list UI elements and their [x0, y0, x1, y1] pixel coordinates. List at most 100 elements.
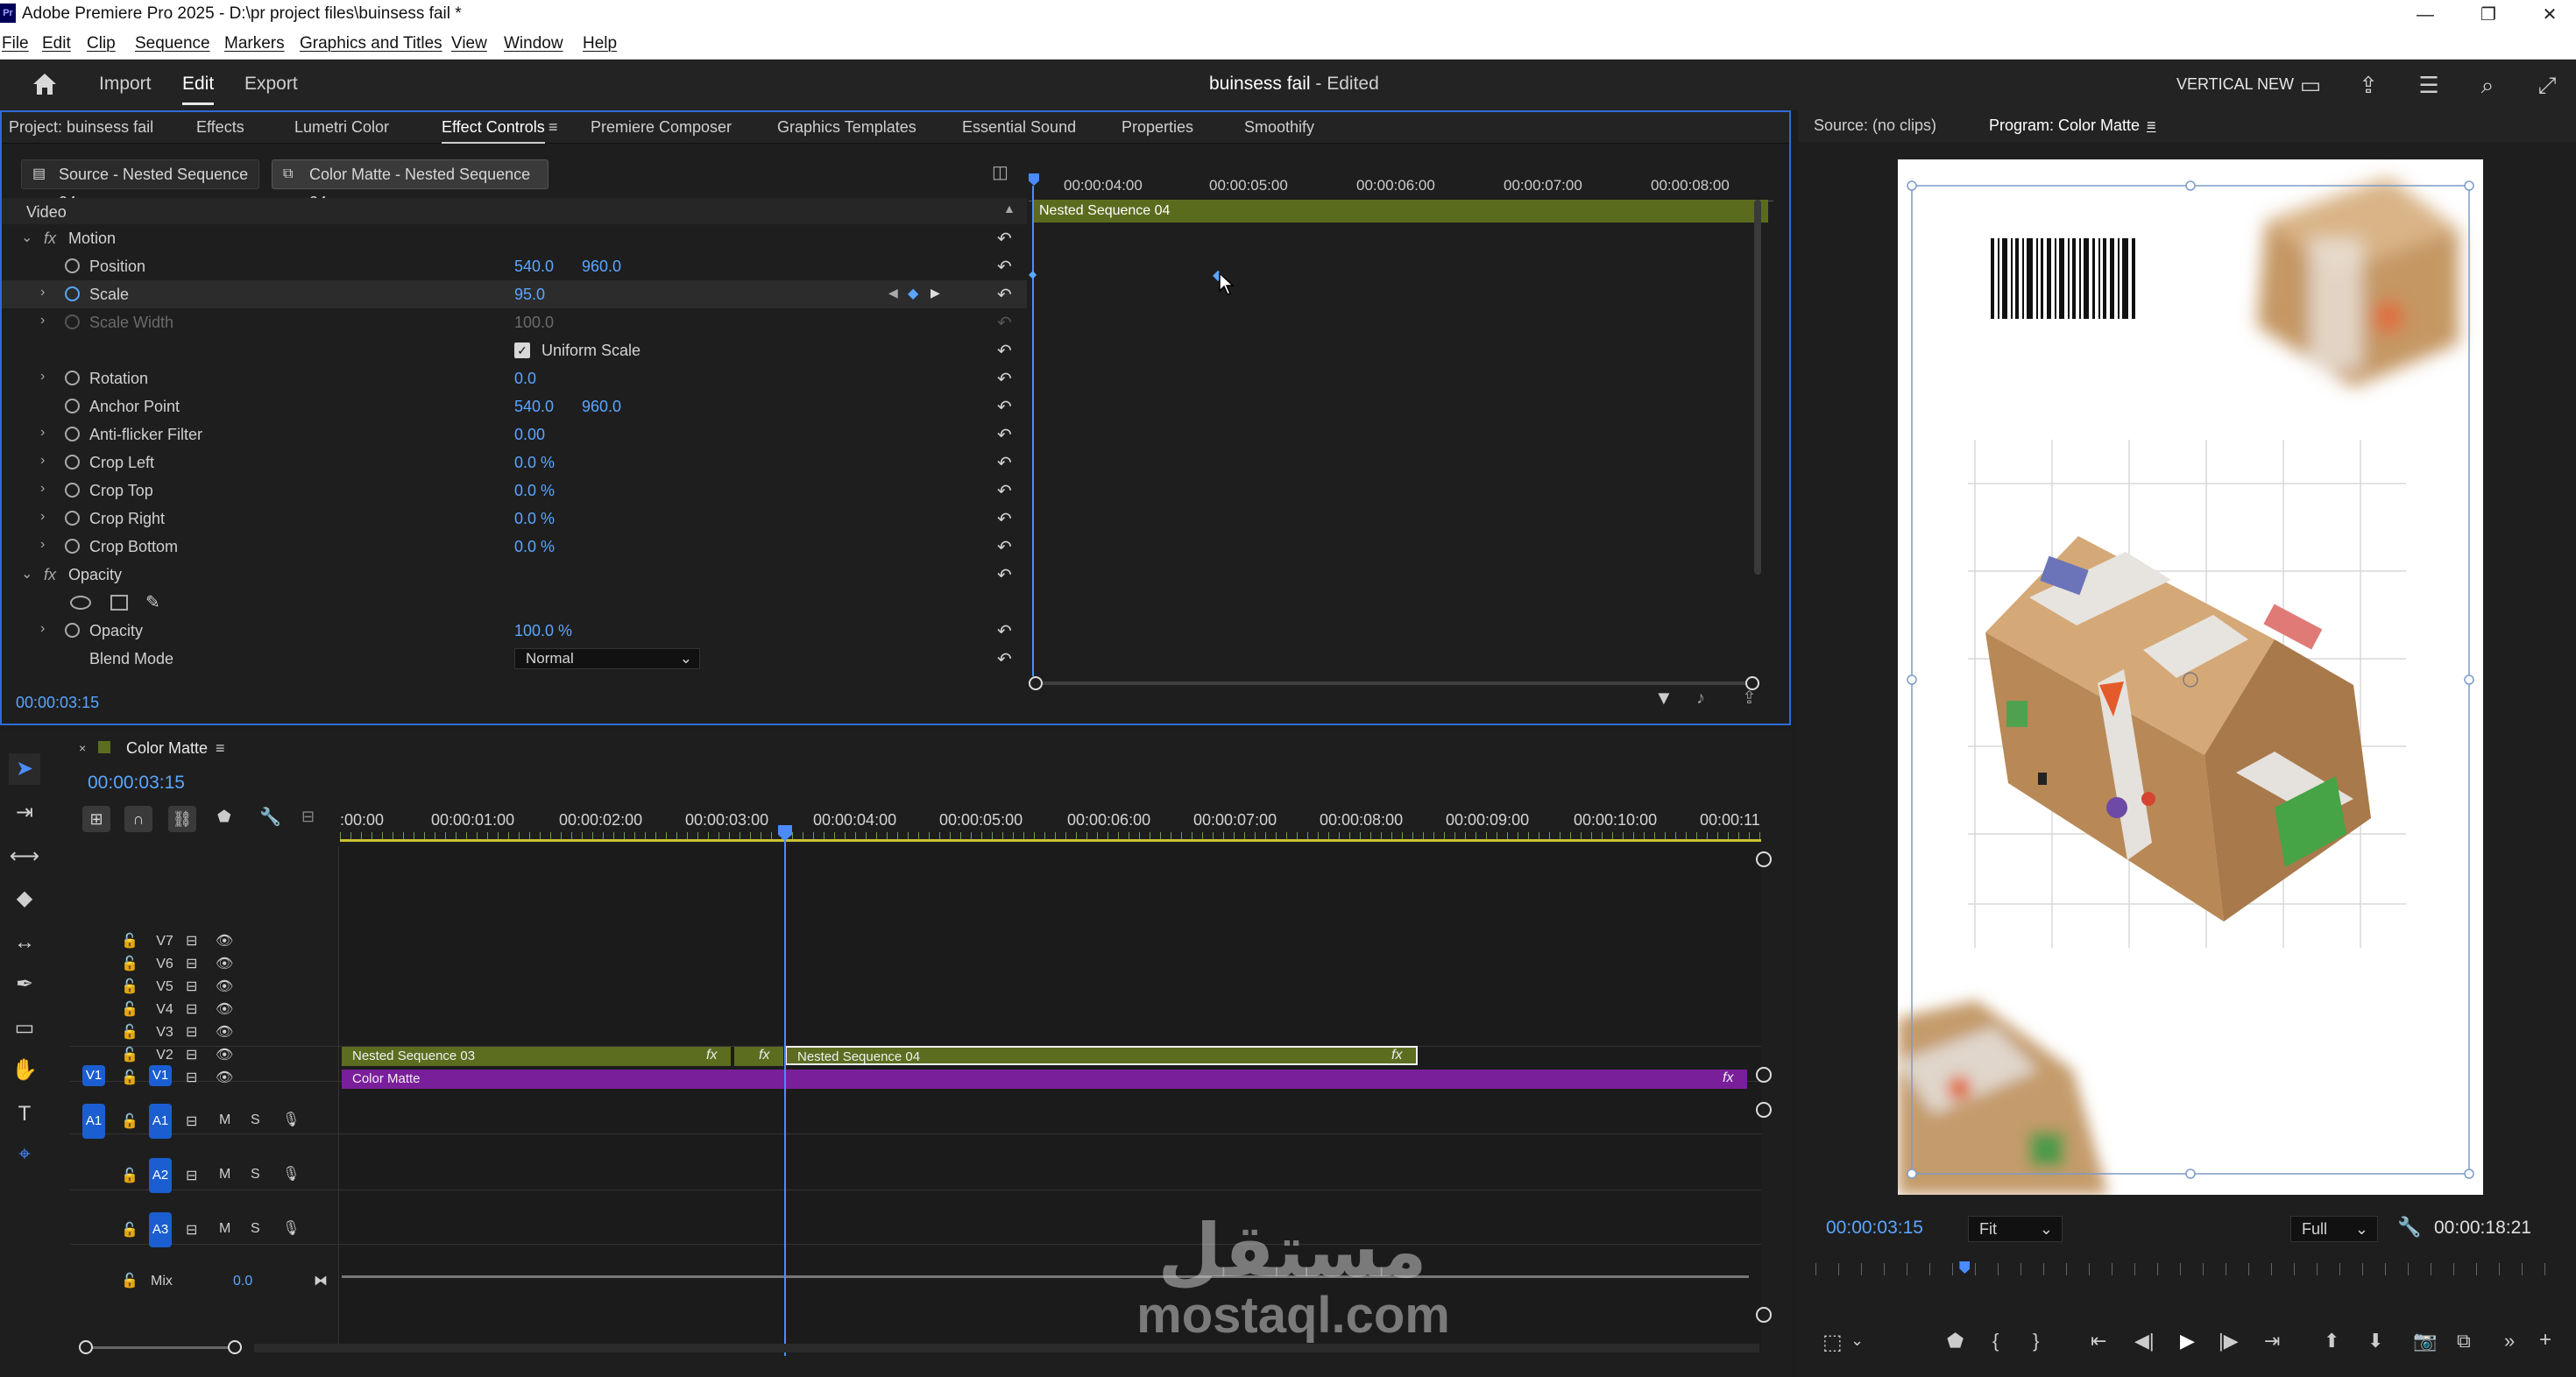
- sync-lock-icon[interactable]: ⊟: [186, 1167, 197, 1184]
- scroll-handle[interactable]: [1756, 1307, 1772, 1323]
- export-frame-icon[interactable]: ⇪: [1742, 687, 1757, 709]
- program-ruler[interactable]: [1815, 1263, 2562, 1275]
- tab-effects[interactable]: Effects: [196, 118, 244, 137]
- clip-color-matte[interactable]: Color Matte: [342, 1070, 1747, 1089]
- wrench-icon[interactable]: 🔧: [259, 806, 281, 828]
- type-tool-icon[interactable]: T: [9, 1098, 40, 1130]
- scroll-handle[interactable]: [1756, 1067, 1772, 1083]
- reset-icon[interactable]: ↶: [997, 396, 1020, 417]
- reset-icon[interactable]: ↶: [997, 620, 1020, 641]
- fx-badge[interactable]: fx: [1723, 1070, 1733, 1086]
- stopwatch-icon[interactable]: [65, 286, 80, 301]
- add-keyframe-icon[interactable]: ◆: [908, 285, 918, 302]
- slip-tool-icon[interactable]: ↔: [9, 927, 40, 958]
- mute-button[interactable]: M: [219, 1221, 230, 1237]
- search-icon[interactable]: ⌕: [2473, 70, 2502, 100]
- share-icon[interactable]: ⇪: [2353, 70, 2383, 100]
- fit-select[interactable]: Fit ⌄: [1968, 1216, 2063, 1242]
- fx-badge[interactable]: fx: [759, 1048, 769, 1063]
- crop-top-value[interactable]: 0.0 %: [514, 482, 555, 500]
- sync-lock-icon[interactable]: ⊟: [186, 932, 197, 950]
- lift-icon[interactable]: ⬆: [2324, 1330, 2339, 1352]
- collapse-up-icon[interactable]: ▲: [1003, 201, 1016, 215]
- source-clip-chip[interactable]: ▤ Source - Nested Sequence 04: [21, 159, 259, 211]
- selection-tool-icon[interactable]: ➤: [9, 753, 40, 785]
- lock-icon[interactable]: 🔓: [121, 1272, 138, 1289]
- timeline-horizontal-scrollbar[interactable]: [254, 1344, 1759, 1352]
- anchor-x-value[interactable]: 540.0: [514, 398, 554, 416]
- eye-icon[interactable]: 👁: [216, 932, 233, 950]
- menu-file[interactable]: File: [2, 34, 29, 53]
- lock-icon[interactable]: 🔓: [121, 1046, 138, 1063]
- microphone-icon[interactable]: 🎙: [282, 1111, 300, 1128]
- eye-icon[interactable]: 👁: [216, 1069, 233, 1086]
- settings-list-icon[interactable]: ☰: [2414, 70, 2444, 100]
- close-button[interactable]: ✕: [2523, 0, 2576, 30]
- reset-icon[interactable]: ↶: [997, 256, 1020, 277]
- sync-lock-icon[interactable]: ⊟: [186, 1069, 197, 1086]
- play-icon[interactable]: ▶: [2180, 1330, 2195, 1352]
- tab-edit[interactable]: Edit: [182, 74, 215, 105]
- eye-icon[interactable]: 👁: [216, 1000, 233, 1018]
- crop-left-value[interactable]: 0.0 %: [514, 454, 555, 472]
- lock-icon[interactable]: 🔓: [121, 955, 138, 972]
- anti-flicker-value[interactable]: 0.00: [514, 426, 545, 444]
- pen-tool-icon[interactable]: ✒: [9, 969, 40, 1000]
- comparison-view-icon[interactable]: ⧉: [2457, 1330, 2471, 1352]
- track-select-tool-icon[interactable]: ⇥: [9, 797, 40, 829]
- tab-graphics-templates[interactable]: Graphics Templates: [777, 118, 916, 137]
- mute-button[interactable]: M: [219, 1167, 230, 1183]
- opacity-effect-row[interactable]: ⌄ fx Opacity ↶: [2, 561, 1027, 589]
- scale-value[interactable]: 95.0: [514, 286, 545, 304]
- clip-nested-sequence-04[interactable]: Nested Sequence 04: [785, 1046, 1418, 1065]
- opacity-value[interactable]: 100.0 %: [514, 622, 572, 640]
- motion-effect-row[interactable]: ⌄ fx Motion ↶: [2, 224, 1027, 252]
- clip-nested-sequence-03[interactable]: Nested Sequence 03: [342, 1047, 731, 1066]
- sync-lock-icon[interactable]: ⊟: [186, 1023, 197, 1041]
- camera-icon[interactable]: 📷: [2413, 1330, 2437, 1352]
- keyframe-icon[interactable]: ◆: [1029, 268, 1037, 280]
- lock-icon[interactable]: 🔓: [121, 1069, 138, 1086]
- tab-program[interactable]: Program: Color Matte: [1989, 117, 2140, 135]
- program-canvas[interactable]: [1898, 159, 2483, 1195]
- reset-icon[interactable]: ↶: [997, 480, 1020, 501]
- reset-icon[interactable]: ↶: [997, 284, 1020, 305]
- lock-icon[interactable]: 🔓: [121, 1023, 138, 1041]
- expand-chevron-icon[interactable]: ›: [40, 509, 45, 525]
- tab-source[interactable]: Source: (no clips): [1814, 117, 1936, 135]
- microphone-icon[interactable]: 🎙: [282, 1165, 300, 1183]
- more-controls-icon[interactable]: »: [2504, 1330, 2515, 1352]
- sync-lock-icon[interactable]: ⊟: [186, 1112, 197, 1130]
- timeline-zoom-scrollbar[interactable]: [79, 1340, 242, 1356]
- track-target-a2[interactable]: A2: [149, 1158, 172, 1193]
- stopwatch-icon[interactable]: [65, 455, 80, 470]
- timeline-timecode[interactable]: 00:00:03:15: [88, 773, 185, 794]
- mix-volume-line[interactable]: [342, 1275, 1749, 1278]
- panel-toggle-icon[interactable]: ◫: [992, 161, 1008, 183]
- mute-button[interactable]: M: [219, 1112, 230, 1128]
- close-tab-icon[interactable]: ×: [79, 741, 86, 755]
- menu-help[interactable]: Help: [583, 34, 617, 53]
- menu-edit[interactable]: Edit: [42, 34, 71, 53]
- tab-menu-icon[interactable]: ≡: [2147, 117, 2156, 135]
- crop-bottom-value[interactable]: 0.0 %: [514, 538, 555, 556]
- rectangle-tool-icon[interactable]: ▭: [9, 1013, 40, 1044]
- expand-opacity-icon[interactable]: ⌄: [21, 565, 32, 583]
- eye-icon[interactable]: 👁: [216, 955, 233, 972]
- blend-mode-select[interactable]: Normal ⌄: [514, 648, 700, 669]
- play-audio-icon[interactable]: ♪: [1696, 688, 1705, 709]
- reset-icon[interactable]: ↶: [997, 340, 1020, 361]
- fx-badge[interactable]: fx: [706, 1048, 717, 1063]
- menu-markers[interactable]: Markers: [224, 34, 285, 53]
- scroll-handle[interactable]: [1756, 851, 1772, 867]
- source-patch-v1[interactable]: V1: [82, 1065, 105, 1086]
- pen-mask-icon[interactable]: ✎: [145, 591, 160, 613]
- stopwatch-icon[interactable]: [65, 258, 80, 273]
- solo-button[interactable]: S: [251, 1167, 260, 1183]
- solo-button[interactable]: S: [251, 1112, 260, 1128]
- tab-menu-icon[interactable]: ≡: [548, 118, 558, 137]
- expand-chevron-icon[interactable]: ›: [40, 313, 45, 328]
- tab-import[interactable]: Import: [99, 74, 152, 95]
- tab-project[interactable]: Project: buinsess fail: [9, 118, 153, 137]
- sync-lock-icon[interactable]: ⊟: [186, 1221, 197, 1239]
